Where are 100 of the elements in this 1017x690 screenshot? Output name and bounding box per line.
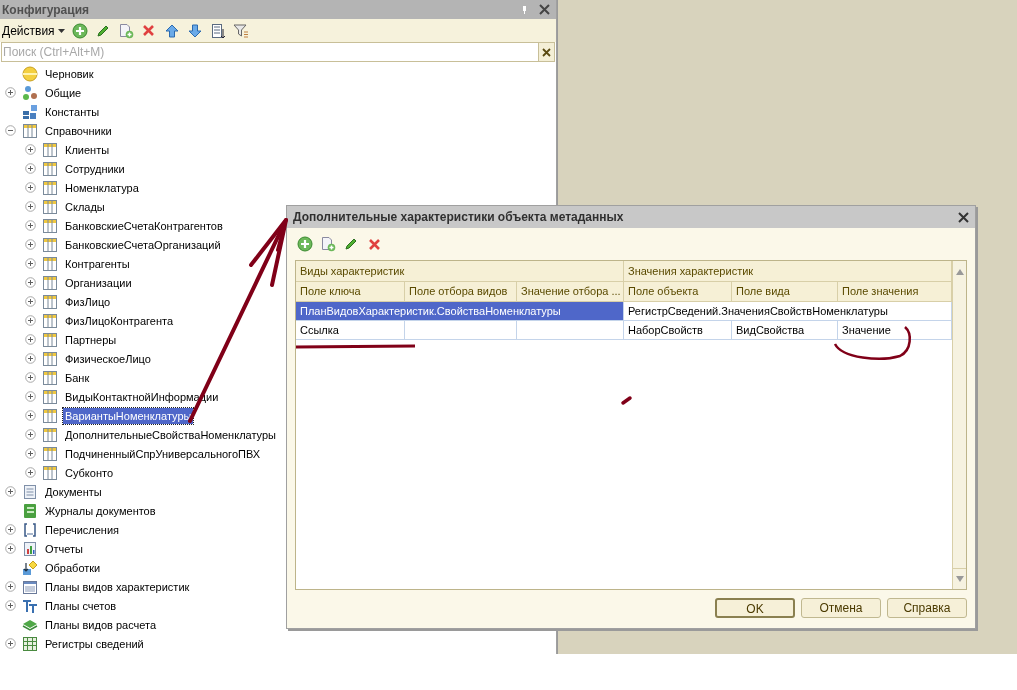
table-cell[interactable]: Ссылка xyxy=(296,321,405,340)
expand-icon[interactable] xyxy=(24,372,36,383)
close-icon[interactable] xyxy=(958,211,969,223)
tree-item[interactable]: Субконто xyxy=(63,464,116,481)
chart-document-icon xyxy=(22,540,38,557)
table-icon xyxy=(42,464,58,481)
tree-item[interactable]: БанковскиеСчетаОрганизаций xyxy=(63,236,223,253)
expand-icon[interactable] xyxy=(24,163,36,174)
book-icon xyxy=(22,502,38,519)
table-icon xyxy=(42,179,58,196)
tree-item[interactable]: Организации xyxy=(63,274,134,291)
dot-mark xyxy=(621,396,632,405)
tree-item[interactable]: Отчеты xyxy=(43,540,86,557)
table-cell[interactable] xyxy=(405,321,517,340)
tree-item[interactable]: ФизЛицоКонтрагента xyxy=(63,312,176,329)
tree-item[interactable]: БанковскиеСчетаКонтрагентов xyxy=(63,217,225,234)
column-header[interactable]: Поле объекта xyxy=(624,282,732,302)
table-icon xyxy=(42,331,58,348)
table-cell[interactable]: ВидСвойства xyxy=(732,321,838,340)
expand-icon[interactable] xyxy=(24,182,36,193)
add-icon[interactable] xyxy=(295,234,315,254)
tree-item[interactable]: ФизЛицо xyxy=(63,293,113,310)
tree-item[interactable]: ФизическоеЛицо xyxy=(63,350,153,367)
table-cell[interactable] xyxy=(517,321,624,340)
collapse-icon[interactable] xyxy=(4,125,16,136)
tree-item[interactable]: ПодчиненныйСпрУниверсальногоПВХ xyxy=(63,445,263,462)
expand-icon[interactable] xyxy=(4,543,16,554)
tree-item[interactable]: Клиенты xyxy=(63,141,112,158)
expand-icon[interactable] xyxy=(24,258,36,269)
tree-item[interactable]: ВариантыНоменклатуры xyxy=(63,407,194,424)
table-icon xyxy=(42,274,58,291)
table-icon xyxy=(42,445,58,462)
expand-icon[interactable] xyxy=(24,429,36,440)
tree-item[interactable]: Регистры сведений xyxy=(43,635,146,652)
close-icon[interactable] xyxy=(539,4,550,15)
actions-menu[interactable]: Действия xyxy=(2,21,67,40)
tree-item[interactable]: Константы xyxy=(43,103,102,120)
tree-item[interactable]: Планы видов характеристик xyxy=(43,578,192,595)
tree-item[interactable]: Партнеры xyxy=(63,331,119,348)
braces-icon xyxy=(22,521,38,538)
tree-item[interactable]: Контрагенты xyxy=(63,255,132,272)
letter-t-icon xyxy=(22,597,38,614)
grid-icon xyxy=(22,635,38,652)
expand-icon[interactable] xyxy=(24,410,36,421)
expand-icon[interactable] xyxy=(4,600,16,611)
tree-item[interactable]: Перечисления xyxy=(43,521,121,538)
table-cell[interactable]: РегистрСведений.ЗначенияСвойствНоменклатуры xyxy=(624,302,952,321)
table-cell[interactable]: ПланВидовХарактеристик.СвойстваНоменклатуры xyxy=(296,302,624,321)
table-icon xyxy=(42,350,58,367)
expand-icon[interactable] xyxy=(24,315,36,326)
tree-item[interactable]: Обработки xyxy=(43,559,103,576)
dialog-title: Дополнительные характеристики объекта метаданных xyxy=(293,209,624,226)
tree-item[interactable]: Банк xyxy=(63,369,92,386)
add-icon[interactable] xyxy=(69,20,90,41)
dialog-button[interactable]: Справка xyxy=(887,598,967,618)
tree-item[interactable]: Общие xyxy=(43,84,84,101)
table-icon xyxy=(22,122,38,139)
tree-item[interactable]: Документы xyxy=(43,483,104,500)
expand-icon[interactable] xyxy=(24,220,36,231)
expand-icon[interactable] xyxy=(24,277,36,288)
tree-item[interactable]: Планы счетов xyxy=(43,597,119,614)
table-icon xyxy=(42,369,58,386)
table-icon xyxy=(42,236,58,253)
dialog-button[interactable]: Отмена xyxy=(801,598,881,618)
expand-icon[interactable] xyxy=(24,239,36,250)
expand-icon[interactable] xyxy=(24,201,36,212)
expand-icon[interactable] xyxy=(4,581,16,592)
dialog-button[interactable]: OK xyxy=(715,598,795,618)
tree-item[interactable]: Номенклатура xyxy=(63,179,141,196)
tree-item[interactable]: Справочники xyxy=(43,122,114,139)
blocks-icon xyxy=(22,103,38,120)
expand-icon[interactable] xyxy=(24,448,36,459)
scroll-down-icon xyxy=(955,576,964,582)
expand-icon[interactable] xyxy=(4,524,16,535)
table-icon xyxy=(42,388,58,405)
expand-icon[interactable] xyxy=(4,87,16,98)
table-icon xyxy=(42,407,58,424)
tree-item[interactable]: Планы видов расчета xyxy=(43,616,159,633)
table-icon xyxy=(42,255,58,272)
column-header[interactable]: Поле вида xyxy=(732,282,838,302)
expand-icon[interactable] xyxy=(4,486,16,497)
expand-icon[interactable] xyxy=(4,638,16,649)
close-icon[interactable] xyxy=(538,43,554,61)
table-icon xyxy=(42,217,58,234)
tree-item[interactable]: Журналы документов xyxy=(43,502,158,519)
table-icon xyxy=(42,312,58,329)
tree-item[interactable]: Склады xyxy=(63,198,107,215)
tree-item[interactable]: ДополнительныеСвойстваНоменклатуры xyxy=(63,426,278,443)
panel-title: Конфигурация xyxy=(2,1,90,19)
expand-icon[interactable] xyxy=(24,296,36,307)
tree-item[interactable]: Черновик xyxy=(43,65,96,82)
expand-icon[interactable] xyxy=(24,144,36,155)
tree-item[interactable]: Сотрудники xyxy=(63,160,127,177)
document-icon xyxy=(22,483,38,500)
scrollbar[interactable] xyxy=(952,261,966,589)
expand-icon[interactable] xyxy=(24,353,36,364)
expand-icon[interactable] xyxy=(24,334,36,345)
expand-icon[interactable] xyxy=(24,467,36,478)
expand-icon[interactable] xyxy=(24,391,36,402)
table-cell[interactable]: НаборСвойств xyxy=(624,321,732,340)
